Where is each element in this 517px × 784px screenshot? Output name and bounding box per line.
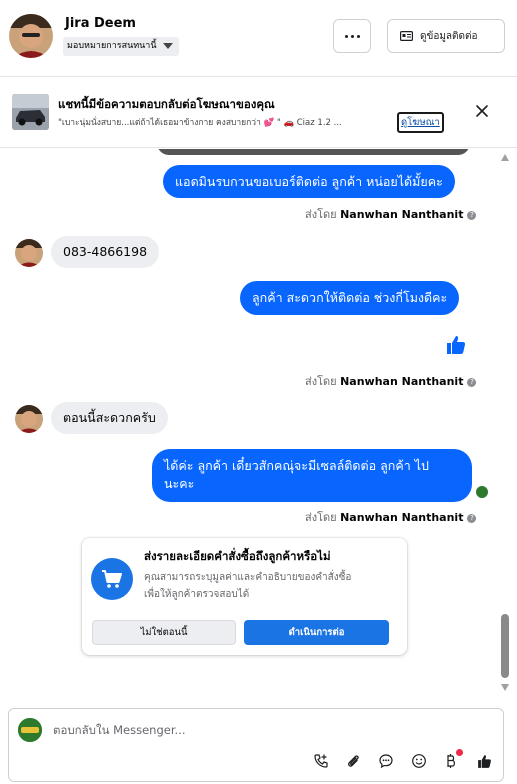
contact-avatar[interactable] [9, 14, 53, 58]
attachment-icon[interactable] [344, 752, 362, 770]
more-dot-icon [350, 34, 354, 38]
message-text-line: ได้ค่ะ ลูกค้า เดี๋ยวสักคณุ่จะมีเซลล์ติดต… [164, 458, 429, 473]
ad-reply-banner: แชทนี้มีข้อความตอบกลับต่อโฆษณาของคุณ "เบ… [0, 78, 517, 148]
chat-scrollbar[interactable] [498, 150, 513, 698]
sent-by-prefix: ส่งโดย [305, 375, 337, 388]
message-thread: แอดมินรบกวนขอเบอร์ติดต่อ ลูกค้า หน่อยได้… [0, 149, 517, 699]
sent-by-label: ส่งโดย Nanwhan Nanthanit? [305, 508, 477, 526]
contact-info-label: ดูข้อมูลติดต่อ [420, 30, 478, 42]
message-composer [8, 708, 504, 782]
sent-by-prefix: ส่งโดย [305, 511, 337, 524]
notification-dot [456, 749, 463, 756]
info-icon[interactable]: ? [467, 211, 477, 220]
shopping-cart-icon [91, 558, 133, 600]
more-options-button[interactable] [333, 19, 371, 53]
message-bubble-incoming[interactable]: ตอนนี้สะดวกครับ [51, 402, 168, 434]
banner-title: แชทนี้มีข้อความตอบกลับต่อโฆษณาของคุณ [58, 97, 275, 111]
order-prompt-description: คุณสามารถระบุมูลค่าและคำอธิบายของคำสั่งซ… [144, 569, 394, 603]
message-bubble-incoming[interactable]: 083-4866198 [51, 236, 160, 268]
sent-by-prefix: ส่งโดย [305, 208, 337, 221]
order-details-prompt: ส่งรายละเอียดคำสั่งซื้อถึงลูกค้าหรือไม่ … [82, 538, 407, 655]
continue-button[interactable]: ดำเนินการต่อ [244, 620, 389, 645]
reply-input[interactable] [53, 721, 473, 739]
scroll-up-arrow-icon[interactable] [501, 154, 509, 161]
saved-reply-icon[interactable] [377, 752, 395, 770]
shared-image-message[interactable] [157, 149, 470, 155]
info-icon[interactable]: ? [467, 514, 477, 523]
sender-name: Nanwhan Nanthanit [340, 375, 464, 388]
sent-by-label: ส่งโดย Nanwhan Nanthanit? [305, 372, 477, 390]
sender-name: Nanwhan Nanthanit [340, 208, 464, 221]
description-line: คุณสามารถระบุมูลค่าและคำอธิบายของคำสั่งซ… [144, 572, 352, 583]
sent-by-label: ส่งโดย Nanwhan Nanthanit? [305, 205, 477, 223]
ad-thumbnail[interactable] [12, 94, 49, 130]
contact-avatar-small[interactable] [15, 239, 43, 267]
message-bubble-outgoing[interactable]: แอดมินรบกวนขอเบอร์ติดต่อ ลูกค้า หน่อยได้… [163, 165, 455, 198]
close-icon[interactable] [474, 103, 490, 119]
more-dot-icon [356, 34, 360, 38]
contact-name[interactable]: Jira Deem [65, 16, 136, 31]
conversation-header: Jira Deem มอบหมายการสนทนานี้ ดูข้อมูลติด… [0, 0, 517, 77]
ad-snippet: "เบาะนุ่มนั่งสบาย...แต่ถ้าได้เธอมาข้างกา… [58, 118, 342, 128]
message-text-line: นะคะ [164, 476, 195, 491]
more-dot-icon [344, 34, 348, 38]
assign-conversation-dropdown[interactable]: มอบหมายการสนทนานี้ [63, 37, 179, 56]
call-add-icon[interactable] [312, 752, 330, 770]
view-contact-info-button[interactable]: ดูข้อมูลติดต่อ [387, 19, 505, 53]
info-icon[interactable]: ? [467, 378, 477, 387]
order-prompt-title: ส่งรายละเอียดคำสั่งซื้อถึงลูกค้าหรือไม่ [144, 549, 331, 563]
view-ad-link[interactable]: ดูโฆษณา [397, 112, 444, 133]
contact-avatar-small[interactable] [15, 405, 43, 433]
seen-indicator-avatar [475, 485, 489, 499]
like-icon[interactable] [475, 752, 493, 770]
thumbs-up-icon[interactable] [444, 333, 468, 357]
page-avatar [18, 718, 42, 742]
scroll-down-arrow-icon[interactable] [501, 684, 509, 691]
contact-card-icon [400, 31, 413, 41]
scrollbar-thumb[interactable] [501, 614, 509, 678]
sender-name: Nanwhan Nanthanit [340, 511, 464, 524]
not-now-button[interactable]: ไม่ใช่ตอนนี้ [92, 620, 236, 645]
message-bubble-outgoing[interactable]: ได้ค่ะ ลูกค้า เดี๋ยวสักคณุ่จะมีเซลล์ติดต… [152, 449, 472, 502]
message-bubble-outgoing[interactable]: ลูกค้า สะดวกให้ติดต่อ ช่วงกี่โมงดีคะ [240, 281, 460, 315]
assign-label: มอบหมายการสนทนานี้ [67, 41, 157, 51]
chevron-down-icon [162, 43, 173, 49]
description-line: เพื่อให้ลูกค้าตรวจสอบได้ [144, 589, 250, 600]
emoji-icon[interactable] [410, 752, 428, 770]
